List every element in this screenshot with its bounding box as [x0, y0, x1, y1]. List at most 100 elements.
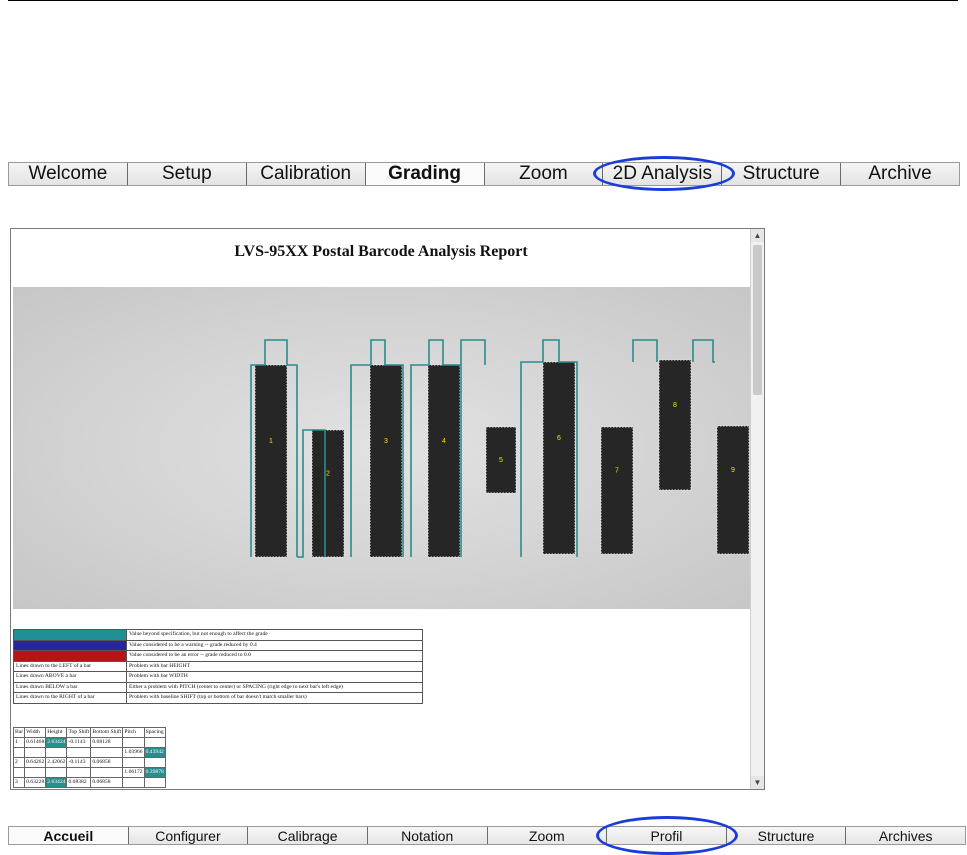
legend-label: Lines drawn to the LEFT of a bar — [13, 660, 127, 672]
tab-calibration[interactable]: Calibration — [246, 163, 366, 185]
tab-zoom-fr[interactable]: Zoom — [487, 827, 608, 844]
table-cell — [66, 767, 92, 778]
table-cell — [90, 767, 124, 778]
tab-setup[interactable]: Setup — [127, 163, 247, 185]
barcode-bar-label: 6 — [557, 435, 561, 442]
column-header: Bar — [12, 727, 26, 738]
barcode-bar — [542, 361, 576, 555]
column-header: Top Shift — [66, 727, 92, 738]
barcode-bar-label: 7 — [615, 468, 619, 475]
tab-structure-fr[interactable]: Structure — [726, 827, 847, 844]
legend-text: Value considered to be an error -- grade… — [126, 650, 423, 662]
legend-swatch-red — [13, 650, 127, 662]
table-cell: 1 — [12, 737, 26, 748]
table-cell: 0.61468 — [24, 737, 47, 748]
table-row: 1.03966 0.43942 — [12, 747, 166, 758]
table-cell: 2.42062 — [45, 757, 68, 768]
barcode-bar-label: 9 — [731, 467, 735, 474]
report-title: LVS-95XX Postal Barcode Analysis Report — [234, 243, 528, 260]
column-header: Width — [24, 727, 47, 738]
table-row: 2 0.64262 2.42062 -0.1143 0.06858 — [12, 757, 166, 768]
tab-2d-analysis[interactable]: 2D Analysis — [603, 163, 723, 185]
barcode-bar-label: 5 — [499, 457, 503, 464]
table-cell: 2.63424 — [45, 737, 68, 748]
table-cell — [24, 747, 47, 758]
column-header: Spacing — [143, 727, 166, 738]
tab-zoom[interactable]: Zoom — [484, 163, 604, 185]
tab-profil[interactable]: Profil — [607, 827, 727, 844]
legend-row: Lines drawn to the RIGHT of a bar Problem… — [13, 692, 423, 704]
barcode-bar — [369, 364, 403, 558]
table-cell — [143, 777, 166, 788]
legend-row: Lines drawn ABOVE a bar Problem with bar … — [13, 671, 423, 683]
scroll-thumb[interactable] — [753, 245, 762, 395]
barcode-bar-label: 4 — [442, 438, 446, 445]
table-cell: 0.63228 — [24, 777, 47, 788]
table-cell — [143, 737, 166, 748]
legend-row: Value considered to be an error -- grade… — [13, 650, 423, 662]
barcode-bar-label: 8 — [673, 402, 677, 409]
table-cell — [24, 767, 47, 778]
table-cell: 0.43942 — [143, 747, 166, 758]
legend-table: Value beyond specification, but not enou… — [13, 629, 423, 704]
table-cell: -0.1143 — [66, 757, 92, 768]
barcode-bar — [716, 425, 750, 555]
barcode-image: 1 2 3 4 5 6 7 8 9 — [13, 287, 753, 609]
barcode-bar — [427, 364, 461, 558]
table-cell: 1.03966 — [122, 747, 145, 758]
table-cell: 0.06858 — [90, 757, 124, 768]
tab-bar-english: Welcome Setup Calibration Grading Zoom 2… — [8, 162, 960, 186]
table-cell: -0.1143 — [66, 737, 92, 748]
table-cell — [90, 747, 124, 758]
table-cell — [66, 747, 92, 758]
table-row: 3 0.63228 2.63424 0.08382 0.06858 — [12, 777, 166, 788]
barcode-bar-label: 2 — [326, 471, 330, 478]
tab-structure[interactable]: Structure — [722, 163, 842, 185]
table-cell: 0.06858 — [90, 777, 124, 788]
table-cell: 2.63424 — [45, 777, 68, 788]
top-rule — [8, 0, 958, 1]
barcode-bar — [254, 364, 288, 558]
table-cell — [45, 767, 68, 778]
tab-archives[interactable]: Archives — [846, 827, 965, 844]
table-cell: 3 — [12, 777, 26, 788]
legend-text: Problem with baseline SHIFT (top or bott… — [126, 692, 423, 704]
table-cell: 0.64262 — [24, 757, 47, 768]
legend-text: Problem with bar WIDTH — [126, 671, 423, 683]
table-header-row: Bar Width Height Top Shift Bottom Shift Pitch… — [12, 727, 166, 738]
legend-label: Lines drawn to the RIGHT of a bar — [13, 692, 127, 704]
table-cell: 1.06172 — [122, 767, 145, 778]
table-cell: 0.08382 — [66, 777, 92, 788]
tab-notation[interactable]: Notation — [367, 827, 488, 844]
legend-swatch-teal — [13, 629, 127, 641]
legend-text: Problem with bar HEIGHT — [126, 660, 423, 672]
tab-grading[interactable]: Grading — [365, 163, 485, 185]
tab-calibrage[interactable]: Calibrage — [248, 827, 368, 844]
report-window[interactable]: LVS-95XX Postal Barcode Analysis Report … — [10, 228, 765, 790]
legend-label: Lines drawn ABOVE a bar — [13, 671, 127, 683]
table-cell — [122, 737, 145, 748]
barcode-bar-label: 3 — [384, 438, 388, 445]
table-cell — [12, 767, 26, 778]
table-cell: 0.08128 — [90, 737, 124, 748]
tab-archive[interactable]: Archive — [841, 163, 959, 185]
report-scrollbar[interactable]: ▲ ▼ — [750, 229, 764, 789]
table-cell — [122, 757, 145, 768]
table-cell: 0.39878 — [143, 767, 166, 778]
legend-row: Lines drawn to the LEFT of a bar Problem … — [13, 660, 423, 672]
legend-row: Value considered to be a warning -- grad… — [13, 639, 423, 651]
barcode-bar — [658, 359, 692, 491]
tab-accueil[interactable]: Accueil — [9, 827, 129, 844]
table-cell — [12, 747, 26, 758]
column-header: Pitch — [122, 727, 145, 738]
barcode-bar — [600, 426, 634, 555]
tab-bar-french: Accueil Configurer Calibrage Notation Zo… — [8, 826, 966, 845]
table-cell — [45, 747, 68, 758]
column-header: Height — [45, 727, 68, 738]
legend-label: Lines drawn BELOW a bar — [13, 681, 127, 693]
scroll-down-arrow-icon[interactable]: ▼ — [751, 776, 764, 789]
table-cell: 2 — [12, 757, 26, 768]
tab-welcome[interactable]: Welcome — [9, 163, 128, 185]
tab-configurer[interactable]: Configurer — [128, 827, 249, 844]
scroll-up-arrow-icon[interactable]: ▲ — [751, 229, 764, 242]
